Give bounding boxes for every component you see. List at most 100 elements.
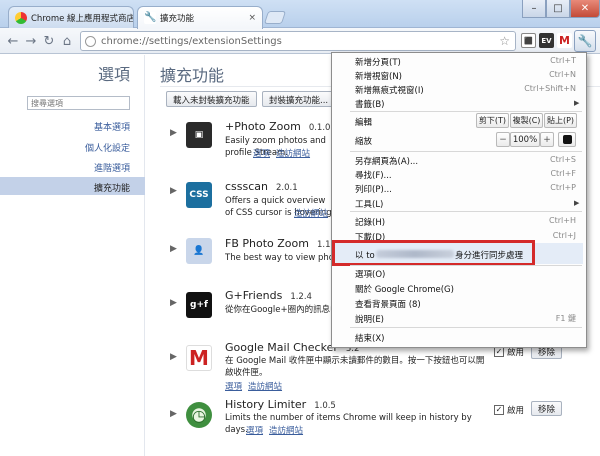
load-unpacked-button[interactable]: 載入未封裝擴充功能 <box>166 91 257 107</box>
menu-item-new-tab[interactable]: 新增分頁(T) <box>355 56 401 68</box>
sidebar-title: 選項 <box>97 65 130 84</box>
minimize-button[interactable]: – <box>522 0 546 18</box>
menu-shortcut: F1 鍵 <box>555 314 576 323</box>
tab-label: Chrome 線上應用程式商店 <box>31 13 134 24</box>
extension-links: 選項 造訪網站 <box>246 424 309 436</box>
submenu-arrow-icon: ▶ <box>574 99 580 107</box>
gmail-icon[interactable]: M <box>557 33 572 48</box>
menu-shortcut: Ctrl+H <box>549 216 576 225</box>
submenu-arrow-icon: ▶ <box>574 199 580 207</box>
extension-links: 選項 造訪網站 <box>253 147 316 159</box>
checkbox-icon[interactable]: ✓ <box>494 347 504 357</box>
cssscan-icon: CSS <box>186 182 212 208</box>
options-link[interactable]: 選項 <box>253 149 270 159</box>
extension-name: History Limiter 1.0.5 <box>225 398 336 411</box>
menu-separator <box>350 265 582 266</box>
menu-item-find[interactable]: 尋找(F)... <box>355 169 392 181</box>
extension-name: FB Photo Zoom1.1109 <box>225 237 347 250</box>
menu-item-new-window[interactable]: 新增視窗(N) <box>355 70 402 82</box>
ext-ev-icon[interactable]: EV <box>539 33 554 48</box>
menu-item-incognito[interactable]: 新增無痕式視窗(I) <box>355 84 424 96</box>
sidebar <box>0 55 145 456</box>
menu-item-about[interactable]: 關於 Google Chrome(G) <box>355 283 454 295</box>
highlight-annotation <box>332 240 535 266</box>
menu-item-history[interactable]: 記錄(H) <box>355 216 385 228</box>
home-icon[interactable]: ⌂ <box>58 32 76 50</box>
history-limiter-icon: ◷ <box>186 402 212 428</box>
sidebar-item-personal[interactable]: 個人化設定 <box>0 141 130 154</box>
options-link[interactable]: 選項 <box>225 382 242 392</box>
menu-item-help[interactable]: 說明(E) <box>355 313 384 325</box>
menu-shortcut: Ctrl+S <box>549 155 576 164</box>
menu-item-zoom: 縮放 <box>355 137 373 147</box>
gplus-friends-icon: g+f <box>186 292 212 318</box>
visit-website-link[interactable]: 造訪網站 <box>248 382 282 392</box>
tab-label: 擴充功能 <box>160 14 195 24</box>
sidebar-item-basics[interactable]: 基本選項 <box>0 120 130 133</box>
menu-item-save-as[interactable]: 另存網頁為(A)... <box>355 155 418 167</box>
bookmark-star-icon[interactable]: ☆ <box>499 34 510 48</box>
sidebar-item-extensions[interactable]: 擴充功能 <box>0 181 130 194</box>
extension-links: 造訪網站 <box>294 207 334 219</box>
page-icon <box>85 35 96 47</box>
wrench-icon: 🔧 <box>144 12 157 24</box>
menu-shortcut: Ctrl+T <box>550 56 576 65</box>
copy-button[interactable]: 複製(C) <box>510 113 543 128</box>
tab-close-icon[interactable]: × <box>248 13 256 23</box>
address-bar[interactable]: chrome://settings/extensionSettings ☆ <box>80 31 516 51</box>
tab-web-store[interactable]: Chrome 線上應用程式商店 × <box>8 6 134 28</box>
menu-separator <box>350 327 582 328</box>
back-icon[interactable]: ← <box>4 32 22 50</box>
menu-item-bookmarks[interactable]: 書籤(B) <box>355 98 384 110</box>
remove-button[interactable]: 移除 <box>531 401 563 416</box>
extension-name: +Photo Zoom 0.1.0.24 <box>225 120 344 133</box>
url-text: chrome://settings/extensionSettings <box>101 35 282 47</box>
page-title: 擴充功能 <box>160 66 225 85</box>
menu-separator <box>350 211 582 212</box>
sidebar-item-advanced[interactable]: 進階選項 <box>0 161 130 174</box>
options-link[interactable]: 選項 <box>246 426 263 436</box>
gmail-checker-icon: M <box>186 345 212 371</box>
menu-item-edit: 編輯 <box>355 118 373 128</box>
menu-shortcut: Ctrl+P <box>550 183 576 192</box>
expand-arrow-icon[interactable]: ▶ <box>170 352 177 362</box>
zoom-level: 100% <box>510 132 540 147</box>
expand-arrow-icon[interactable]: ▶ <box>170 244 177 254</box>
enable-checkbox[interactable]: ✓ 啟用 <box>494 404 524 416</box>
extension-name: cssscan 2.0.1 <box>225 180 298 193</box>
menu-item-tools[interactable]: 工具(L) <box>355 198 383 210</box>
menu-item-exit[interactable]: 結束(X) <box>355 332 384 344</box>
visit-website-link[interactable]: 造訪網站 <box>276 149 310 159</box>
menu-shortcut: Ctrl+N <box>549 70 576 79</box>
reload-icon[interactable]: ↻ <box>40 32 58 50</box>
wrench-menu-button[interactable]: 🔧 <box>574 30 596 52</box>
menu-item-background-pages[interactable]: 查看背景頁面 (8) <box>355 298 421 310</box>
menu-item-options[interactable]: 選項(O) <box>355 268 385 280</box>
search-input[interactable] <box>27 96 130 110</box>
checkbox-icon[interactable]: ✓ <box>494 405 504 415</box>
visit-website-link[interactable]: 造訪網站 <box>294 209 328 219</box>
paste-button[interactable]: 貼上(P) <box>544 113 577 128</box>
forward-icon[interactable]: → <box>22 32 40 50</box>
expand-arrow-icon[interactable]: ▶ <box>170 186 177 196</box>
zoom-out-button[interactable]: − <box>496 132 510 147</box>
menu-separator <box>350 151 582 152</box>
tab-extensions[interactable]: 🔧 擴充功能 × <box>137 6 263 29</box>
close-window-button[interactable]: ✕ <box>570 0 600 18</box>
pack-extension-button[interactable]: 封裝擴充功能... <box>262 91 336 107</box>
fullscreen-icon[interactable] <box>558 132 576 147</box>
visit-website-link[interactable]: 造訪網站 <box>269 426 303 436</box>
cut-button[interactable]: 剪下(T) <box>476 113 509 128</box>
expand-arrow-icon[interactable]: ▶ <box>170 298 177 308</box>
menu-shortcut: Ctrl+J <box>552 231 576 240</box>
fb-photo-zoom-icon: 👤 <box>186 238 212 264</box>
extension-description: 從你在Google+圈內的訊息中 <box>225 305 335 315</box>
zoom-in-button[interactable]: + <box>540 132 554 147</box>
menu-item-print[interactable]: 列印(P)... <box>355 183 392 195</box>
extension-icon-1[interactable]: ⬛ <box>521 33 536 48</box>
expand-arrow-icon[interactable]: ▶ <box>170 128 177 138</box>
extension-name: G+Friends 1.2.4 <box>225 289 312 302</box>
maximize-button[interactable]: □ <box>546 0 570 18</box>
expand-arrow-icon[interactable]: ▶ <box>170 409 177 419</box>
photo-zoom-icon: ▣ <box>186 122 212 148</box>
